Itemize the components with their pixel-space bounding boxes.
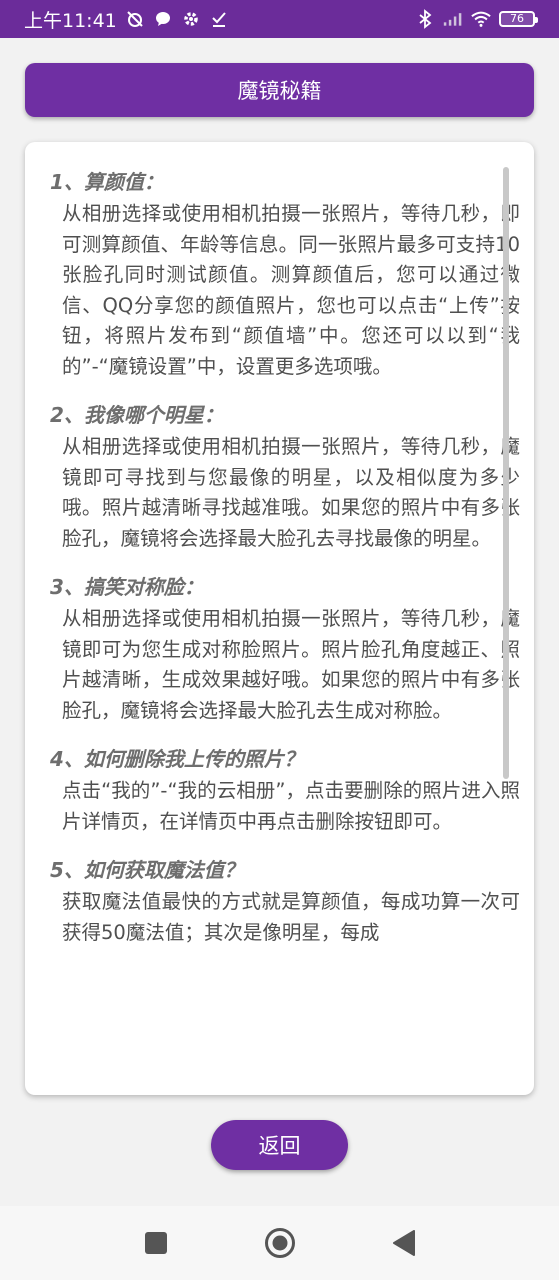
scrollbar[interactable] [503,167,509,779]
help-section: 1、算颜值： 从相册选择或使用相机拍摄一张照片，等待几秒，即可测算颜值、年龄等信… [50,167,520,382]
section-title: 3、搞笑对称脸： [50,575,204,599]
triangle-back-icon [392,1230,415,1256]
back-button[interactable]: 返回 [211,1120,348,1170]
section-body: 从相册选择或使用相机拍摄一张照片，等待几秒，即可测算颜值、年龄等信息。同一张照片… [62,202,520,378]
alarm-off-icon [125,9,145,29]
help-section: 3、搞笑对称脸： 从相册选择或使用相机拍摄一张照片，等待几秒，魔镜即可为您生成对… [50,572,520,726]
section-body: 从相册选择或使用相机拍摄一张照片，等待几秒，魔镜即可寻找到与您最像的明星，以及相… [62,435,520,550]
status-time: 上午11:41 [24,9,117,32]
status-left: 上午11:41 [24,6,229,33]
section-title: 5、如何获取魔法值？ [50,858,244,882]
bluetooth-icon [415,9,435,29]
back-nav-button[interactable] [387,1226,421,1260]
section-title: 2、我像哪个明星： [50,403,224,427]
download-done-icon [209,9,229,29]
status-right: 76 [415,9,538,29]
section-body: 点击“我的”-“我的云相册”，点击要删除的照片进入照片详情页，在详情页中再点击删… [62,779,520,833]
status-bar: 上午11:41 76 [0,0,559,38]
battery-icon: 76 [499,11,538,27]
gear-icon [181,9,201,29]
home-button[interactable] [263,1226,297,1260]
back-button-label: 返回 [258,1134,301,1158]
chat-bubble-icon [153,9,173,29]
section-body: 获取魔法值最快的方式就是算颜值，每成功算一次可获得50魔法值；其次是像明星，每成 [62,890,520,944]
wifi-icon [471,9,491,29]
help-card[interactable]: 1、算颜值： 从相册选择或使用相机拍摄一张照片，等待几秒，即可测算颜值、年龄等信… [25,142,534,1095]
section-title: 1、算颜值： [50,170,164,194]
square-icon [144,1232,167,1254]
section-body: 从相册选择或使用相机拍摄一张照片，等待几秒，魔镜即可为您生成对称脸照片。照片脸孔… [62,607,520,722]
page-title: 魔镜秘籍 [237,79,322,103]
help-scroll-area[interactable]: 1、算颜值： 从相册选择或使用相机拍摄一张照片，等待几秒，即可测算颜值、年龄等信… [50,167,520,1077]
help-section: 4、如何删除我上传的照片？ 点击“我的”-“我的云相册”，点击要删除的照片进入照… [50,744,520,837]
signal-icon [443,9,463,29]
help-section: 5、如何获取魔法值？ 获取魔法值最快的方式就是算颜值，每成功算一次可获得50魔法… [50,855,520,948]
recent-apps-button[interactable] [139,1226,173,1260]
page-title-bar: 魔镜秘籍 [25,63,534,117]
help-section: 2、我像哪个明星： 从相册选择或使用相机拍摄一张照片，等待几秒，魔镜即可寻找到与… [50,400,520,554]
section-title: 4、如何删除我上传的照片？ [50,747,304,771]
navigation-bar [0,1206,559,1280]
circle-home-icon [264,1228,295,1258]
